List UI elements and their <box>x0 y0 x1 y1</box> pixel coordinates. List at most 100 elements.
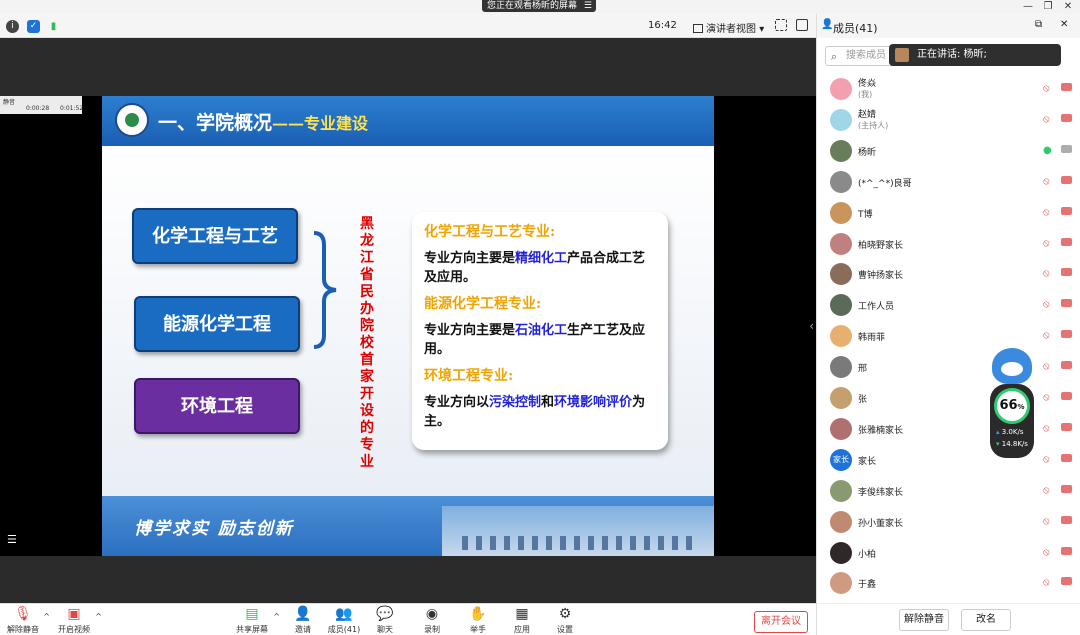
info-heading: 化学工程与工艺专业: <box>424 224 556 240</box>
members-button[interactable]: 👥 成员(41) <box>326 606 362 635</box>
fullscreen-icon[interactable] <box>775 19 787 31</box>
brace-shape <box>313 231 337 349</box>
rename-button[interactable]: 改名 <box>961 609 1011 631</box>
member-name: 柏晓野家长 <box>858 240 904 251</box>
major-energy-chemical: 能源化学工程 <box>134 296 300 352</box>
mic-muted-icon: ⦸ <box>1043 206 1050 218</box>
mic-muted-icon: 🎙 <box>14 606 32 622</box>
download-speed: ▾ 14.8K/s <box>996 440 1028 448</box>
member-role: (我) <box>858 90 873 99</box>
member-name: 韩雨菲 <box>858 333 886 344</box>
member-row[interactable]: 孙小董家长 ⦸ <box>817 507 1080 537</box>
avatar <box>830 541 852 564</box>
member-row[interactable]: 杨昕 ● <box>817 136 1080 166</box>
mascot-icon <box>992 348 1032 384</box>
camera-off-icon <box>1061 83 1072 91</box>
member-name: 邢 <box>858 364 868 375</box>
minimize-icon[interactable]: — <box>1022 1 1034 13</box>
major-chemical-engineering: 化学工程与工艺 <box>132 208 298 264</box>
security-shield-icon[interactable]: ✓ <box>27 20 40 33</box>
info-text: 专业方向以污染控制和环境影响评价为主。 <box>424 395 646 429</box>
avatar <box>830 108 852 131</box>
member-row[interactable]: 赵婧 (主持人) ⦸ <box>817 105 1080 135</box>
avatar: 家长 <box>830 448 852 471</box>
camera-off-icon <box>1061 299 1072 308</box>
unmute-all-button[interactable]: 解除静音 <box>899 609 949 631</box>
popout-icon[interactable]: ⧉ <box>1035 19 1042 30</box>
camera-off-icon <box>1061 577 1072 586</box>
member-row[interactable]: 邢 ⦸ <box>817 352 1080 382</box>
share-screen-button[interactable]: ▤ 共享屏幕 ^ <box>234 606 280 635</box>
chevron-up-icon[interactable]: ^ <box>43 612 50 621</box>
presenter-view-icon <box>693 24 703 33</box>
banner-menu-icon[interactable]: ☰ <box>584 0 592 12</box>
member-row[interactable]: 小柏 ⦸ <box>817 538 1080 568</box>
member-name: T博 <box>858 209 873 220</box>
restore-icon[interactable]: ❐ <box>1042 1 1054 13</box>
chat-button[interactable]: 💬 聊天 <box>373 606 397 635</box>
member-row[interactable]: 工作人员 ⦸ <box>817 290 1080 320</box>
upload-speed: ▴ 3.0K/s <box>996 428 1024 436</box>
record-button[interactable]: ◉ 录制 <box>420 606 444 635</box>
member-row[interactable]: 柏晓野家长 ⦸ <box>817 229 1080 259</box>
settings-button[interactable]: ⚙ 设置 <box>553 606 577 635</box>
share-banner-text: 您正在观看杨昕的屏幕 <box>487 1 578 11</box>
presentation-slide: 一、学院概况——专业建设 化学工程与工艺 能源化学工程 环境工程 黑龙江省民办院… <box>102 96 714 556</box>
start-video-button[interactable]: ▣ 开启视频 ^ <box>56 606 102 635</box>
network-speed-widget[interactable]: 66% ▴ 3.0K/s ▾ 14.8K/s <box>990 348 1034 458</box>
panel-header: 👤 成员(41) ⧉ ✕ <box>817 14 1080 38</box>
invite-button[interactable]: 👤 邀请 <box>291 606 315 635</box>
member-row[interactable]: 李俊纬家长 ⦸ <box>817 476 1080 506</box>
building-illustration <box>442 506 714 556</box>
raise-hand-button[interactable]: ✋ 举手 <box>466 606 490 635</box>
speed-card: 66% ▴ 3.0K/s ▾ 14.8K/s <box>990 384 1034 458</box>
member-row[interactable]: T博 ⦸ <box>817 198 1080 228</box>
member-row[interactable]: 家长 家长 ⦸ <box>817 445 1080 475</box>
avatar <box>830 263 852 286</box>
close-icon[interactable]: ✕ <box>1062 1 1074 13</box>
camera-off-icon <box>1061 175 1072 184</box>
mini-player[interactable]: 静音 0:00:28 0:01:52 <box>0 96 83 114</box>
member-name: 工作人员 <box>858 302 895 313</box>
member-row[interactable]: 张雅楠家长 ⦸ <box>817 414 1080 444</box>
member-name: 李俊纬家长 <box>858 487 904 498</box>
chevron-left-icon[interactable]: ‹ <box>809 319 814 333</box>
info-icon[interactable]: i <box>6 20 19 33</box>
close-panel-icon[interactable]: ✕ <box>1060 19 1068 30</box>
layout-icon[interactable] <box>796 19 808 31</box>
chat-icon: 💬 <box>376 606 394 622</box>
presenter-view-dropdown[interactable]: 演讲者视图 ▾ <box>693 20 764 35</box>
member-name: 杨昕 <box>858 147 877 158</box>
camera-off-icon <box>1061 546 1072 555</box>
share-top-gap <box>0 38 816 96</box>
camera-off-icon <box>1061 422 1072 431</box>
avatar <box>830 356 852 379</box>
avatar <box>830 232 852 255</box>
list-icon[interactable]: ☰ <box>7 533 17 546</box>
leave-meeting-button[interactable]: 离开会议 <box>754 611 808 633</box>
apps-button[interactable]: ▦ 应用 <box>510 606 534 635</box>
mini-player-label: 静音 <box>3 99 16 106</box>
meeting-time: 16:42 <box>648 20 677 31</box>
members-icon: 👥 <box>335 606 353 622</box>
member-row[interactable]: (*^_^*)良哥 ⦸ <box>817 167 1080 197</box>
invite-icon: 👤 <box>294 606 312 622</box>
chevron-up-icon[interactable]: ^ <box>273 612 280 621</box>
camera-off-icon <box>1061 268 1072 277</box>
camera-off-icon <box>1061 515 1072 524</box>
window-title-bar: 您正在观看杨昕的屏幕 ☰ — ❐ ✕ <box>0 0 1080 14</box>
member-row[interactable]: 于鑫 ⦸ <box>817 568 1080 598</box>
member-row[interactable]: 张 ⦸ <box>817 383 1080 413</box>
mic-muted-icon: ⦸ <box>1043 175 1050 187</box>
unmute-button[interactable]: 🎙 解除静音 ^ <box>6 606 50 635</box>
signal-icon[interactable]: ▮ <box>47 20 60 33</box>
mic-muted-icon: ⦸ <box>1043 392 1050 403</box>
mic-muted-icon: ⦸ <box>1043 237 1050 249</box>
member-row[interactable]: 韩雨菲 ⦸ <box>817 321 1080 351</box>
member-row[interactable]: 佟焱 (我) ⦸ <box>817 74 1080 104</box>
chevron-up-icon[interactable]: ^ <box>95 612 102 621</box>
member-name: 赵婧 <box>858 109 877 120</box>
gear-icon: ⚙ <box>558 606 572 622</box>
member-row[interactable]: 曹钟扬家长 ⦸ <box>817 259 1080 289</box>
college-logo <box>115 103 149 137</box>
